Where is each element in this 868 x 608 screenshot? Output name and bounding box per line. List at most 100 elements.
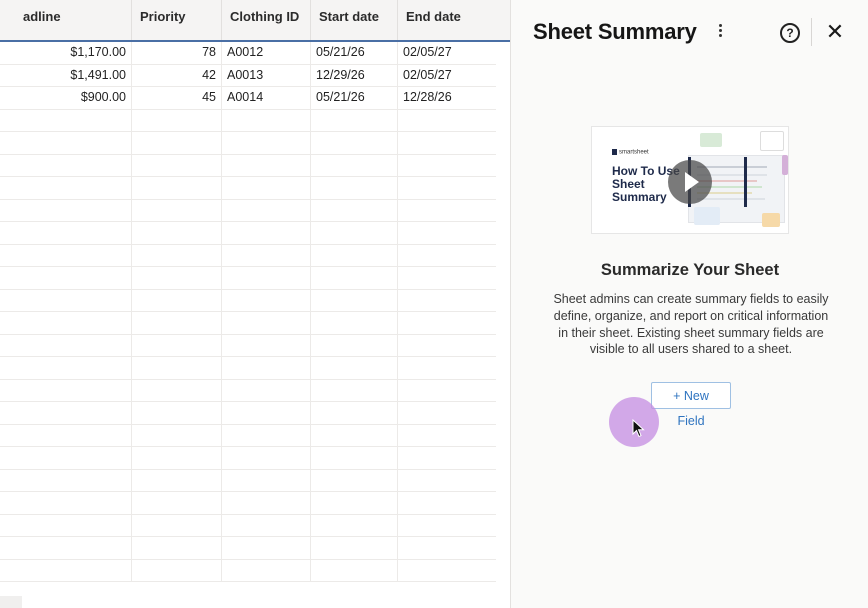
empty-cell[interactable] [398, 267, 496, 289]
more-options-icon[interactable] [715, 24, 725, 44]
empty-cell[interactable] [222, 312, 311, 334]
empty-cell[interactable] [398, 132, 496, 154]
empty-cell[interactable] [0, 132, 132, 154]
empty-cell[interactable] [0, 537, 132, 559]
empty-cell[interactable] [0, 402, 132, 424]
empty-cell[interactable] [0, 289, 132, 312]
empty-cell[interactable] [398, 470, 496, 492]
empty-cell[interactable] [0, 424, 132, 447]
empty-cell[interactable] [398, 560, 496, 582]
empty-cell[interactable] [398, 222, 496, 244]
empty-cell[interactable] [0, 447, 132, 469]
empty-cell[interactable] [132, 154, 222, 177]
empty-row[interactable] [0, 132, 496, 155]
empty-cell[interactable] [222, 289, 311, 312]
empty-cell[interactable] [0, 222, 132, 244]
empty-row[interactable] [0, 199, 496, 222]
empty-cell[interactable] [132, 199, 222, 222]
new-field-button[interactable]: + New Field [651, 382, 731, 428]
empty-row[interactable] [0, 514, 496, 537]
column-header-start-date[interactable]: Start date [311, 0, 398, 40]
empty-cell[interactable] [0, 267, 132, 289]
empty-cell[interactable] [311, 379, 398, 402]
empty-cell[interactable] [132, 132, 222, 154]
empty-cell[interactable] [222, 199, 311, 222]
table-row[interactable]: $1,491.00 42 A0013 12/29/26 02/05/27 [0, 64, 496, 87]
empty-cell[interactable] [398, 245, 496, 267]
empty-cell[interactable] [311, 312, 398, 334]
empty-cell[interactable] [222, 492, 311, 514]
empty-cell[interactable] [398, 155, 496, 177]
empty-cell[interactable] [132, 514, 222, 537]
empty-cell[interactable] [311, 244, 398, 267]
empty-cell[interactable] [132, 267, 222, 289]
empty-cell[interactable] [0, 312, 132, 334]
empty-cell[interactable] [311, 357, 398, 379]
empty-cell[interactable] [0, 334, 132, 357]
empty-cell[interactable] [398, 447, 496, 469]
empty-cell[interactable] [398, 177, 496, 199]
cell-clothing-id[interactable]: A0013 [222, 64, 311, 87]
empty-row[interactable] [0, 402, 496, 425]
empty-cell[interactable] [398, 110, 496, 132]
cell-clothing-id[interactable]: A0012 [222, 42, 311, 64]
cell-start-date[interactable]: 12/29/26 [311, 64, 398, 87]
empty-cell[interactable] [222, 514, 311, 537]
empty-cell[interactable] [132, 559, 222, 582]
table-row[interactable]: $900.00 45 A0014 05/21/26 12/28/26 [0, 87, 496, 110]
empty-cell[interactable] [0, 154, 132, 177]
cell-clothing-id[interactable]: A0014 [222, 87, 311, 109]
empty-cell[interactable] [0, 244, 132, 267]
empty-cell[interactable] [311, 514, 398, 537]
empty-row[interactable] [0, 154, 496, 177]
empty-cell[interactable] [222, 424, 311, 447]
empty-cell[interactable] [222, 109, 311, 132]
empty-cell[interactable] [398, 200, 496, 222]
cell-end-date[interactable]: 12/28/26 [398, 87, 496, 109]
column-header-headline[interactable]: adline [15, 0, 132, 40]
column-header-end-date[interactable]: End date [398, 0, 510, 40]
empty-row[interactable] [0, 267, 496, 290]
empty-cell[interactable] [398, 537, 496, 559]
cell-end-date[interactable]: 02/05/27 [398, 65, 496, 87]
empty-cell[interactable] [222, 559, 311, 582]
empty-cell[interactable] [132, 334, 222, 357]
empty-cell[interactable] [222, 357, 311, 379]
empty-cell[interactable] [132, 379, 222, 402]
table-row[interactable]: $1,170.00 78 A0012 05/21/26 02/05/27 [0, 42, 496, 65]
empty-cell[interactable] [311, 559, 398, 582]
empty-cell[interactable] [132, 222, 222, 244]
empty-cell[interactable] [132, 424, 222, 447]
cell-start-date[interactable]: 05/21/26 [311, 42, 398, 64]
cell-start-date[interactable]: 05/21/26 [311, 87, 398, 109]
empty-cell[interactable] [0, 357, 132, 379]
empty-cell[interactable] [311, 132, 398, 154]
empty-cell[interactable] [222, 177, 311, 199]
help-icon[interactable]: ? [780, 23, 800, 43]
empty-cell[interactable] [398, 335, 496, 357]
empty-cell[interactable] [222, 447, 311, 469]
tutorial-video-thumbnail[interactable]: smartsheet How To Use Sheet Summary [591, 126, 789, 234]
empty-cell[interactable] [222, 537, 311, 559]
empty-cell[interactable] [222, 222, 311, 244]
empty-cell[interactable] [0, 469, 132, 492]
empty-cell[interactable] [132, 244, 222, 267]
empty-cell[interactable] [222, 334, 311, 357]
empty-cell[interactable] [222, 132, 311, 154]
empty-row[interactable] [0, 447, 496, 470]
empty-cell[interactable] [398, 290, 496, 312]
column-header-clothing-id[interactable]: Clothing ID [222, 0, 311, 40]
empty-cell[interactable] [311, 177, 398, 199]
empty-row[interactable] [0, 379, 496, 402]
empty-cell[interactable] [0, 177, 132, 199]
empty-cell[interactable] [0, 492, 132, 514]
empty-row[interactable] [0, 469, 496, 492]
empty-cell[interactable] [132, 312, 222, 334]
cell-priority[interactable]: 42 [132, 64, 222, 87]
cell-headline[interactable]: $1,491.00 [0, 64, 132, 87]
empty-cell[interactable] [311, 492, 398, 514]
empty-cell[interactable] [132, 469, 222, 492]
empty-cell[interactable] [222, 244, 311, 267]
column-header-priority[interactable]: Priority [132, 0, 222, 40]
empty-cell[interactable] [311, 424, 398, 447]
